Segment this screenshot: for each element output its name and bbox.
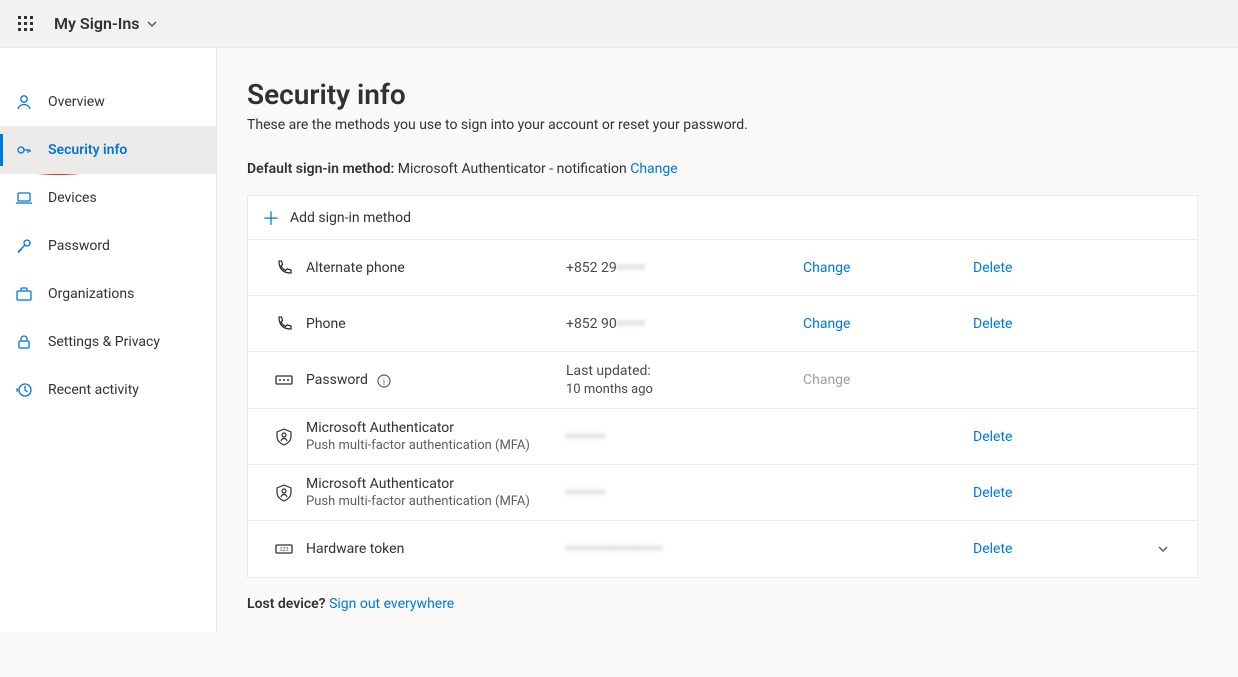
laptop-icon <box>14 189 34 207</box>
expand-row-button[interactable] <box>1143 542 1183 556</box>
delete-link[interactable]: Delete <box>973 316 1143 332</box>
method-row: Microsoft Authenticator Push multi-facto… <box>248 409 1197 465</box>
waffle-menu-button[interactable] <box>10 8 42 40</box>
sidebar: Overview Security info Devices Password <box>0 48 217 632</box>
top-bar: My Sign-Ins <box>0 0 1238 48</box>
method-value: ••••••• <box>566 485 803 501</box>
info-icon[interactable]: i <box>377 374 391 388</box>
sign-out-everywhere-link[interactable]: Sign out everywhere <box>329 596 454 612</box>
method-value: +852 29••••• <box>566 260 803 276</box>
methods-panel: ＋ Add sign-in method Alternate phone +85… <box>247 195 1198 578</box>
method-name: Alternate phone <box>306 260 566 276</box>
delete-link[interactable]: Delete <box>973 485 1143 501</box>
delete-link[interactable]: Delete <box>973 260 1143 276</box>
history-icon <box>14 381 34 399</box>
method-row: Phone +852 90••••• Change Delete <box>248 296 1197 352</box>
sidebar-item-label: Settings & Privacy <box>48 334 160 350</box>
method-name: Microsoft Authenticator Push multi-facto… <box>306 476 566 509</box>
change-link[interactable]: Change <box>803 316 973 332</box>
add-signin-method-button[interactable]: ＋ Add sign-in method <box>248 196 1197 240</box>
authenticator-icon <box>262 427 306 447</box>
method-name: Microsoft Authenticator Push multi-facto… <box>306 420 566 453</box>
lost-device-line: Lost device? Sign out everywhere <box>247 596 1198 612</box>
method-name: Password i <box>306 372 566 388</box>
chevron-down-icon <box>1156 542 1170 556</box>
sidebar-item-label: Devices <box>48 190 97 206</box>
sidebar-item-recent-activity[interactable]: Recent activity <box>0 366 216 414</box>
method-row: Microsoft Authenticator Push multi-facto… <box>248 465 1197 521</box>
page-title: Security info <box>247 78 1198 111</box>
method-name: Hardware token <box>306 541 566 557</box>
method-value: ••••••••••••••••• <box>566 541 803 557</box>
delete-link[interactable]: Delete <box>973 429 1143 445</box>
method-row: Password i Last updated: 10 months ago C… <box>248 352 1197 409</box>
waffle-icon <box>18 16 34 32</box>
method-row: 123 Hardware token ••••••••••••••••• Del… <box>248 521 1197 577</box>
sidebar-item-label: Security info <box>48 142 127 158</box>
sidebar-item-label: Organizations <box>48 286 134 302</box>
sidebar-item-label: Recent activity <box>48 382 139 398</box>
page-subtitle: These are the methods you use to sign in… <box>247 117 1198 133</box>
default-signin-value: Microsoft Authenticator - notification <box>398 161 627 177</box>
briefcase-icon <box>14 285 34 303</box>
svg-text:123: 123 <box>280 547 289 553</box>
key-outline-icon <box>14 237 34 255</box>
sidebar-item-security-info[interactable]: Security info <box>0 126 216 174</box>
delete-link[interactable]: Delete <box>973 541 1143 557</box>
password-icon <box>262 370 306 390</box>
default-signin-label: Default sign-in method: <box>247 161 394 177</box>
lock-icon <box>14 333 34 351</box>
change-link[interactable]: Change <box>803 260 973 276</box>
add-signin-method-label: Add sign-in method <box>290 210 411 226</box>
sidebar-item-label: Password <box>48 238 110 254</box>
sidebar-item-label: Overview <box>48 94 105 110</box>
app-title-dropdown[interactable]: My Sign-Ins <box>50 8 162 39</box>
authenticator-icon <box>262 483 306 503</box>
phone-icon <box>262 258 306 278</box>
sidebar-item-overview[interactable]: Overview <box>0 78 216 126</box>
sidebar-item-password[interactable]: Password <box>0 222 216 270</box>
chevron-down-icon <box>146 18 158 30</box>
sidebar-item-devices[interactable]: Devices <box>0 174 216 222</box>
phone-icon <box>262 314 306 334</box>
method-name: Phone <box>306 316 566 332</box>
app-title: My Sign-Ins <box>54 14 140 33</box>
sidebar-item-organizations[interactable]: Organizations <box>0 270 216 318</box>
person-icon <box>14 93 34 111</box>
default-signin-line: Default sign-in method: Microsoft Authen… <box>247 161 1198 177</box>
change-link-disabled: Change <box>803 372 973 388</box>
lost-device-label: Lost device? <box>247 596 326 612</box>
method-row: Alternate phone +852 29••••• Change Dele… <box>248 240 1197 296</box>
method-value: +852 90••••• <box>566 316 803 332</box>
plus-icon: ＋ <box>262 205 280 231</box>
hardware-token-icon: 123 <box>262 539 306 559</box>
change-default-link[interactable]: Change <box>630 161 677 177</box>
sidebar-item-settings-privacy[interactable]: Settings & Privacy <box>0 318 216 366</box>
method-value: Last updated: 10 months ago <box>566 362 803 398</box>
key-icon <box>14 141 34 159</box>
main-content: Security info These are the methods you … <box>217 48 1238 632</box>
method-value: ••••••• <box>566 429 803 445</box>
svg-text:i: i <box>383 376 386 386</box>
